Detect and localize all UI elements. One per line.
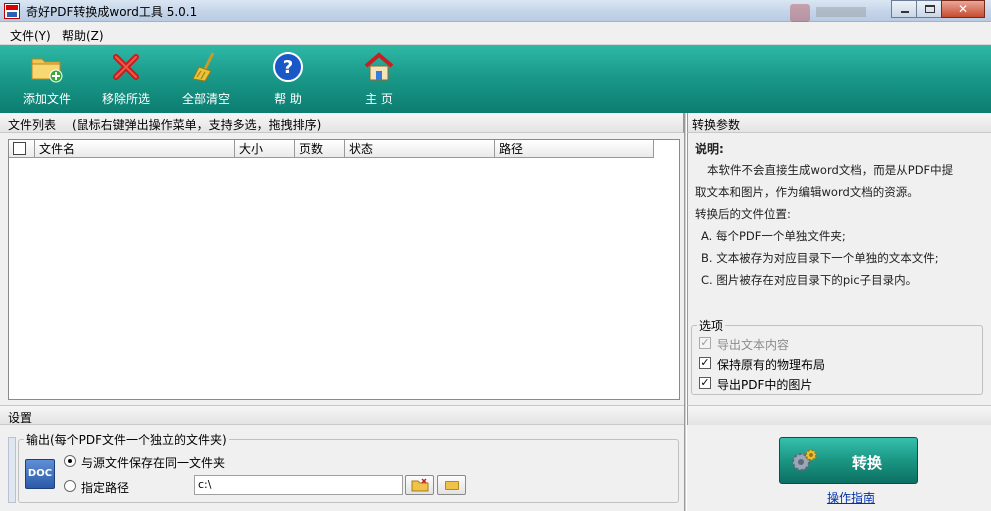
export-text-checkbox[interactable]: ✓ bbox=[699, 337, 711, 349]
menu-bar: 文件(Y) 帮助(Z) bbox=[0, 23, 991, 45]
file-list[interactable]: 文件名 大小 页数 状态 路径 bbox=[8, 139, 680, 400]
help-label: 帮 助 bbox=[274, 92, 302, 106]
radio-same-folder-label: 与源文件保存在同一文件夹 bbox=[81, 456, 226, 470]
window-title: 奇好PDF转换成word工具 5.0.1 bbox=[26, 5, 198, 19]
minimize-icon bbox=[901, 11, 909, 13]
home-label: 主 页 bbox=[365, 92, 393, 106]
add-folder-icon bbox=[31, 58, 63, 83]
file-list-columns: 文件名 大小 页数 状态 路径 bbox=[9, 140, 654, 158]
close-icon: ✕ bbox=[957, 2, 969, 16]
desc-line-1: 本软件不会直接生成word文档，而是从PDF中提 bbox=[707, 163, 954, 177]
help-button[interactable]: ? 帮 助 bbox=[253, 51, 323, 107]
remove-selected-label: 移除所选 bbox=[101, 92, 150, 106]
options-legend: 选项 bbox=[697, 317, 726, 334]
remove-x-icon bbox=[113, 54, 139, 80]
menu-help[interactable]: 帮助(Z) bbox=[62, 27, 104, 44]
column-status[interactable]: 状态 bbox=[345, 140, 495, 158]
convert-label: 转换 bbox=[852, 454, 883, 472]
radio-custom-path[interactable] bbox=[64, 480, 76, 492]
svg-text:?: ? bbox=[283, 57, 293, 78]
column-pages[interactable]: 页数 bbox=[295, 140, 345, 158]
doc-icon-text: DOC bbox=[27, 468, 53, 479]
file-list-hint: (鼠标右键弹出操作菜单，支持多选，拖拽排序) bbox=[72, 118, 322, 132]
home-button[interactable]: 主 页 bbox=[344, 51, 414, 107]
maximize-button[interactable] bbox=[916, 0, 942, 18]
browse-path-button[interactable] bbox=[405, 475, 434, 495]
doc-icon: DOC bbox=[25, 459, 55, 489]
convert-button[interactable]: 转换 bbox=[779, 437, 918, 484]
clear-all-button[interactable]: 全部清空 bbox=[171, 51, 241, 107]
maximize-icon bbox=[925, 5, 935, 13]
settings-header: 设置 bbox=[0, 405, 684, 425]
convert-header bbox=[687, 405, 991, 425]
location-a: A. 每个PDF一个单独文件夹; bbox=[701, 229, 846, 243]
keep-layout-checkbox[interactable]: ✓ bbox=[699, 357, 711, 369]
select-all-column bbox=[9, 140, 35, 158]
column-filename[interactable]: 文件名 bbox=[35, 140, 235, 158]
export-images-label: 导出PDF中的图片 bbox=[717, 378, 813, 392]
file-list-title: 文件列表 bbox=[8, 118, 57, 132]
menu-file[interactable]: 文件(Y) bbox=[10, 27, 51, 44]
radio-same-folder[interactable] bbox=[64, 455, 76, 467]
column-size[interactable]: 大小 bbox=[235, 140, 295, 158]
guide-link[interactable]: 操作指南 bbox=[827, 489, 875, 506]
add-files-button[interactable]: 添加文件 bbox=[12, 51, 82, 107]
settings-title: 设置 bbox=[8, 411, 33, 425]
location-title: 转换后的文件位置: bbox=[695, 207, 791, 221]
app-icon bbox=[4, 3, 20, 19]
close-button[interactable]: ✕ bbox=[941, 0, 985, 18]
clear-all-label: 全部清空 bbox=[181, 92, 230, 106]
params-header: 转换参数 bbox=[687, 113, 991, 133]
minimize-button[interactable] bbox=[891, 0, 917, 18]
location-b: B. 文本被存为对应目录下一个单独的文本文件; bbox=[701, 251, 939, 265]
output-legend: 输出(每个PDF文件一个独立的文件夹) bbox=[24, 431, 229, 448]
collapse-strip[interactable] bbox=[8, 437, 16, 503]
title-bar: 奇好PDF转换成word工具 5.0.1 ✕ bbox=[0, 0, 991, 22]
browse-folder-icon bbox=[411, 478, 429, 492]
desc-line-2: 取文本和图片，作为编辑word文档的资源。 bbox=[695, 185, 919, 199]
radio-custom-path-label: 指定路径 bbox=[81, 481, 130, 495]
gears-icon bbox=[792, 449, 817, 471]
toolbar: 添加文件 移除所选 全部清空 ? 帮 助 主 页 bbox=[0, 45, 991, 113]
background-app-ghost bbox=[790, 2, 870, 22]
keep-layout-label: 保持原有的物理布局 bbox=[717, 358, 826, 372]
params-title: 转换参数 bbox=[692, 118, 741, 132]
location-c: C. 图片被存在对应目录下的pic子目录内。 bbox=[701, 273, 918, 287]
broom-icon bbox=[192, 52, 215, 82]
export-images-checkbox[interactable]: ✓ bbox=[699, 377, 711, 389]
question-icon: ? bbox=[273, 52, 303, 82]
window-controls: ✕ bbox=[891, 0, 985, 18]
desc-title: 说明: bbox=[695, 142, 724, 156]
remove-selected-button[interactable]: 移除所选 bbox=[91, 51, 161, 107]
select-all-checkbox[interactable] bbox=[13, 142, 26, 155]
open-folder-button[interactable] bbox=[437, 475, 466, 495]
column-path[interactable]: 路径 bbox=[495, 140, 654, 158]
file-list-header: 文件列表 (鼠标右键弹出操作菜单，支持多选，拖拽排序) bbox=[0, 113, 684, 133]
folder-icon bbox=[445, 481, 459, 490]
export-text-label: 导出文本内容 bbox=[717, 338, 790, 352]
home-icon bbox=[364, 52, 394, 81]
add-files-label: 添加文件 bbox=[22, 92, 71, 106]
path-input[interactable]: c:\ bbox=[194, 475, 403, 495]
